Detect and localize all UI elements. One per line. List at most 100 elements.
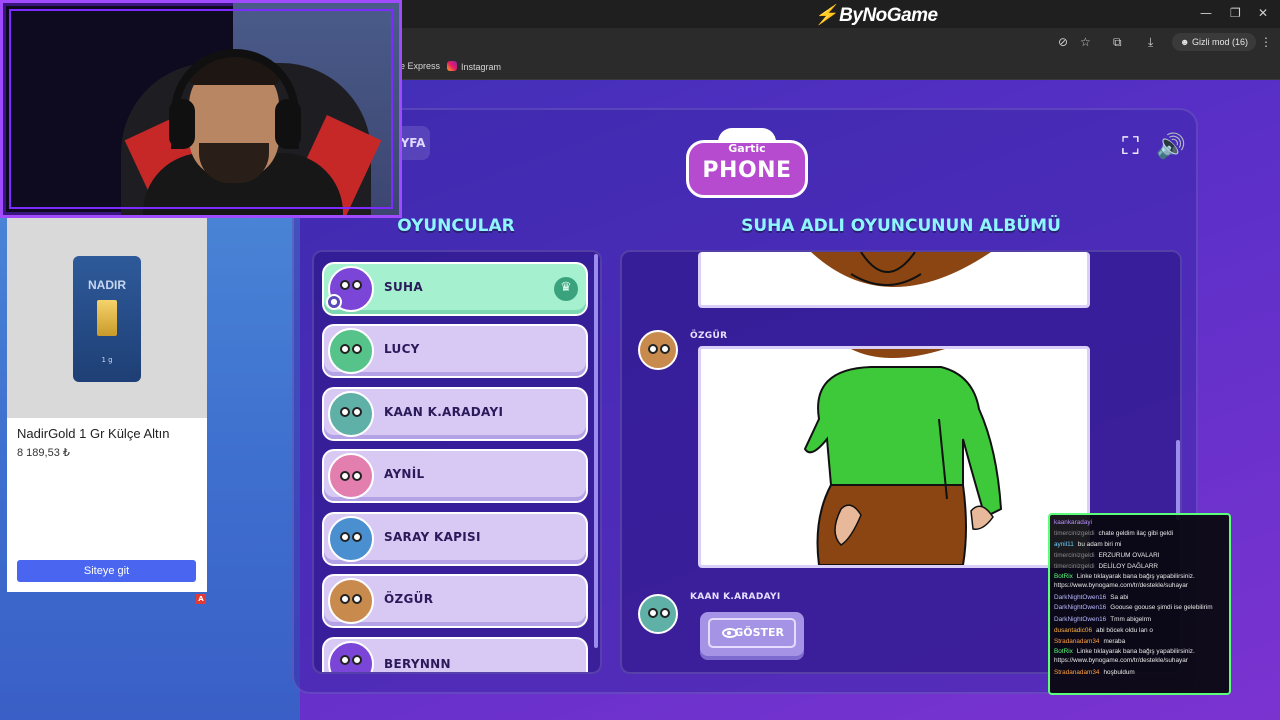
avatar-ozgur xyxy=(328,578,374,624)
restore-icon[interactable]: ❐ xyxy=(1230,6,1241,20)
player-name: AYNİL xyxy=(384,467,425,481)
extensions-icon[interactable]: ⧉ xyxy=(1113,35,1122,50)
chat-message: kaankaradayi xyxy=(1054,517,1225,528)
avatar-kaan xyxy=(328,391,374,437)
show-button-label: GÖSTER xyxy=(734,626,784,639)
player-row-suha[interactable]: ● SUHA ♛ xyxy=(324,264,586,314)
player-name: SUHA xyxy=(384,280,423,294)
avatar-saray-kapisi xyxy=(328,516,374,562)
package-brand: NADIR xyxy=(88,278,126,292)
incognito-label: Gizli mod (16) xyxy=(1191,37,1248,47)
fullscreen-icon[interactable]: ⛶ xyxy=(1122,132,1139,160)
eye-off-icon[interactable]: ⊘ xyxy=(1058,35,1068,49)
chat-message: DarkNightOwen16 Tmm abigelrm xyxy=(1054,614,1225,625)
ad-title[interactable]: NadirGold 1 Gr Külçe Altın xyxy=(17,426,169,441)
show-button[interactable]: GÖSTER xyxy=(700,612,804,660)
logo-top-text: Gartic xyxy=(728,142,766,155)
incognito-icon: ☻ xyxy=(1180,37,1192,47)
ad-cta-button[interactable]: Siteye git xyxy=(17,560,196,582)
avatar-berynnn xyxy=(328,641,374,672)
chat-username: BotRix xyxy=(1054,573,1073,580)
download-icon[interactable]: ⤓ xyxy=(1148,35,1153,50)
package-weight: 1 g xyxy=(101,356,113,364)
chat-message: DarkNightOwen16 Goouse goouse şimdi ise g… xyxy=(1054,603,1225,614)
author-avatar-ozgur xyxy=(638,330,678,370)
close-icon[interactable]: ✕ xyxy=(1258,6,1268,20)
ad-card[interactable]: NADIR 1 g NadirGold 1 Gr Külçe Altın 8 1… xyxy=(7,218,207,592)
chat-message: timercinizgeldi ERZURUM OVALARI xyxy=(1054,550,1225,561)
players-heading: OYUNCULAR xyxy=(397,216,515,236)
drawing-ozgur-art xyxy=(803,349,1003,565)
ad-badge[interactable]: A xyxy=(196,594,206,604)
volume-icon[interactable]: 🔊 xyxy=(1156,132,1186,160)
gold-bar xyxy=(97,300,117,336)
player-name: SARAY KAPISI xyxy=(384,530,481,544)
player-row-aynil[interactable]: AYNİL xyxy=(324,451,586,501)
chat-message: aynil11 bu adam biri mi xyxy=(1054,539,1225,550)
avatar-aynil xyxy=(328,453,374,499)
drawing-previous-art xyxy=(811,252,991,287)
ad-price: 8 189,53 ₺ xyxy=(17,447,70,459)
chat-message: Stradanadam34 meraba xyxy=(1054,636,1225,647)
chat-username: aynil11 xyxy=(1054,541,1074,548)
chat-message: BotRix Linke tıklayarak bana bağış yapabi… xyxy=(1054,647,1225,667)
chat-message: Stradanadam34 hoşbuldum xyxy=(1054,667,1225,678)
gold-bar-package: NADIR 1 g xyxy=(73,256,141,382)
host-icon: ● xyxy=(326,294,342,310)
stream-chat: kaankaradayi timercinizgeldi chate geldim … xyxy=(1048,513,1231,695)
chat-username: DarkNightOwen16 xyxy=(1054,594,1107,601)
webcam-frame xyxy=(9,9,393,209)
chat-message: timercinizgeldi DELİLOY DAĞLARR xyxy=(1054,561,1225,572)
chat-text: Linke tıklayarak bana bağış yapabilirsin… xyxy=(1054,573,1195,589)
player-row-berynnn[interactable]: BERYNNN xyxy=(324,639,586,672)
incognito-badge[interactable]: ☻ Gizli mod (16) xyxy=(1172,33,1256,51)
instagram-icon xyxy=(447,61,457,71)
chat-text: abi böcek oldu lan o xyxy=(1096,627,1153,634)
chat-text: ERZURUM OVALARI xyxy=(1098,552,1160,559)
minimize-icon[interactable]: — xyxy=(1200,6,1212,20)
player-row-saray-kapisi[interactable]: SARAY KAPISI xyxy=(324,514,586,564)
player-name: LUCY xyxy=(384,342,420,356)
chat-text: DELİLOY DAĞLARR xyxy=(1098,563,1159,570)
chat-message: DarkNightOwen16 Sa abi xyxy=(1054,592,1225,603)
chat-username: Stradanadam34 xyxy=(1054,638,1100,645)
bynogame-logo: ⚡ ByNoGame xyxy=(814,5,938,26)
chat-username: DarkNightOwen16 xyxy=(1054,604,1107,611)
crown-icon: ♛ xyxy=(554,277,578,301)
menu-icon[interactable]: ⋮ xyxy=(1260,35,1272,49)
chat-message: dusantadic06 abi böcek oldu lan o xyxy=(1054,625,1225,636)
player-list-scrollbar[interactable] xyxy=(594,254,598,648)
bookmark-instagram[interactable]: Instagram xyxy=(447,61,501,72)
drawing-previous xyxy=(698,252,1090,308)
player-name: BERYNNN xyxy=(384,657,451,671)
author-name: KAAN K.ARADAYI xyxy=(690,592,781,602)
author-avatar-kaan xyxy=(638,594,678,634)
chat-text: Sa abi xyxy=(1110,594,1129,601)
player-row-lucy[interactable]: LUCY xyxy=(324,326,586,376)
player-list[interactable]: ● SUHA ♛ LUCY KAAN K.ARADAYI AYNİL SARAY… xyxy=(312,250,602,674)
gartic-phone-logo: Gartic PHONE xyxy=(686,128,808,200)
player-row-kaan[interactable]: KAAN K.ARADAYI xyxy=(324,389,586,439)
chat-username: DarkNightOwen16 xyxy=(1054,616,1107,623)
logo-bottom-text: PHONE xyxy=(702,158,792,183)
player-name: KAAN K.ARADAYI xyxy=(384,405,504,419)
bookmark-express[interactable]: e Express xyxy=(400,61,440,71)
show-button-frame: GÖSTER xyxy=(708,618,796,648)
player-row-ozgur[interactable]: ÖZGÜR xyxy=(324,576,586,626)
chat-message: timercinizgeldi chate geldim ilaç gibi ge… xyxy=(1054,528,1225,539)
bookmark-instagram-label: Instagram xyxy=(461,62,502,72)
player-name: ÖZGÜR xyxy=(384,592,434,606)
chat-text: chate geldim ilaç gibi geldi xyxy=(1098,530,1174,537)
chat-text: meraba xyxy=(1103,638,1126,645)
chat-text: Goouse goouse şimdi ise gelebilirim xyxy=(1110,604,1213,611)
album-scrollbar[interactable] xyxy=(1176,440,1180,520)
eye-icon xyxy=(722,628,738,638)
avatar-lucy xyxy=(328,328,374,374)
webcam-overlay xyxy=(0,0,402,218)
chat-message: BotRix Linke tıklayarak bana bağış yapabi… xyxy=(1054,572,1225,592)
chat-username: timercinizgeldi xyxy=(1054,563,1095,570)
chat-username: BotRix xyxy=(1054,648,1073,655)
star-icon[interactable]: ☆ xyxy=(1080,35,1091,49)
album-heading: SUHA ADLI OYUNCUNUN ALBÜMÜ xyxy=(741,216,1061,236)
chat-username: kaankaradayi xyxy=(1054,519,1093,526)
